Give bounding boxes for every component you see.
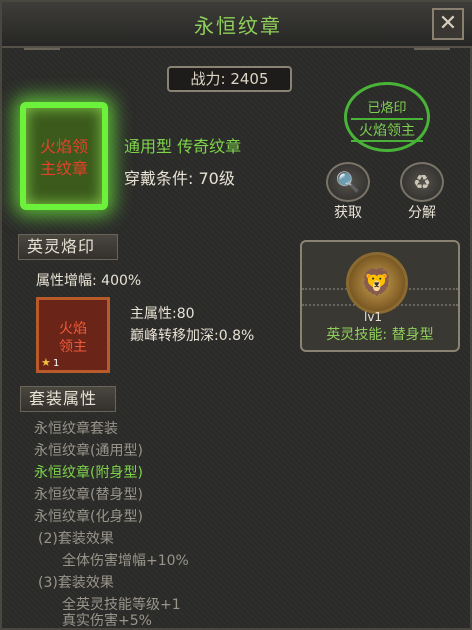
emblem-name-line1: 火焰领 (39, 137, 88, 156)
star-icon: ★ (41, 356, 51, 369)
dismantle-label: 分解 (408, 205, 436, 221)
close-button[interactable]: ✕ (432, 8, 464, 40)
emblem-name-line2: 主纹章 (39, 159, 88, 178)
card-level: 1 (53, 358, 60, 369)
spirit-panel[interactable]: 🦁 lv1 英灵技能: 替身型 (300, 240, 460, 352)
branded-stamp: 已烙印 火焰领主 (344, 82, 430, 152)
ornament-left (24, 48, 60, 60)
set-effect-3-bonus2: 真实伤害+5% (62, 613, 152, 629)
set-effect-2-bonus: 全体伤害增幅+10% (62, 553, 189, 569)
ornament-right (414, 48, 450, 60)
emblem-type: 通用型 传奇纹章 (124, 137, 242, 156)
set-attr-header: 套装属性 (20, 386, 116, 412)
lion-beast-icon: 🦁 (346, 252, 408, 314)
stamp-status: 已烙印 (367, 101, 407, 116)
spirit-skill: 英灵技能: 替身型 (326, 327, 434, 343)
set-piece-possession: 永恒纹章(附身型) (34, 465, 143, 481)
card-name-line1: 火焰 (59, 321, 87, 337)
set-piece-substitute: 永恒纹章(替身型) (34, 487, 143, 503)
dismantle-button[interactable]: ♻ (400, 162, 444, 202)
main-attr: 主属性:80 (130, 306, 195, 322)
panel-title: 永恒纹章 (194, 14, 282, 38)
spirit-card[interactable]: 火焰 领主 ★ 1 (36, 297, 110, 373)
emblem-detail-panel: 永恒纹章 ✕ 战力: 2405 火焰领 主纹章 通用型 传奇纹章 穿戴条件: 7… (0, 0, 472, 630)
recycle-icon: ♻ (413, 170, 431, 194)
set-effect-3-title: (3)套装效果 (38, 575, 114, 591)
wear-requirement: 穿戴条件: 70级 (124, 169, 235, 188)
acquire-label: 获取 (334, 205, 362, 221)
set-effect-2-title: (2)套装效果 (38, 531, 114, 547)
combat-power: 战力: 2405 (167, 66, 292, 92)
peak-transfer: 巅峰转移加深:0.8% (130, 328, 255, 344)
magnifier-icon: 🔍 (335, 170, 361, 194)
card-name-line2: 领主 (59, 339, 87, 355)
emblem-icon: 火焰领 主纹章 (20, 102, 108, 210)
set-name: 永恒纹章套装 (34, 421, 118, 437)
title-bar: 永恒纹章 ✕ (2, 2, 472, 48)
acquire-button[interactable]: 🔍 (326, 162, 370, 202)
set-piece-general: 永恒纹章(通用型) (34, 443, 143, 459)
spirit-level: lv1 (364, 310, 383, 324)
spirit-brand-header: 英灵烙印 (18, 234, 118, 260)
stamp-name: 火焰领主 (351, 118, 423, 142)
set-piece-incarnation: 永恒纹章(化身型) (34, 509, 143, 525)
attr-boost: 属性增幅: 400% (36, 273, 142, 289)
